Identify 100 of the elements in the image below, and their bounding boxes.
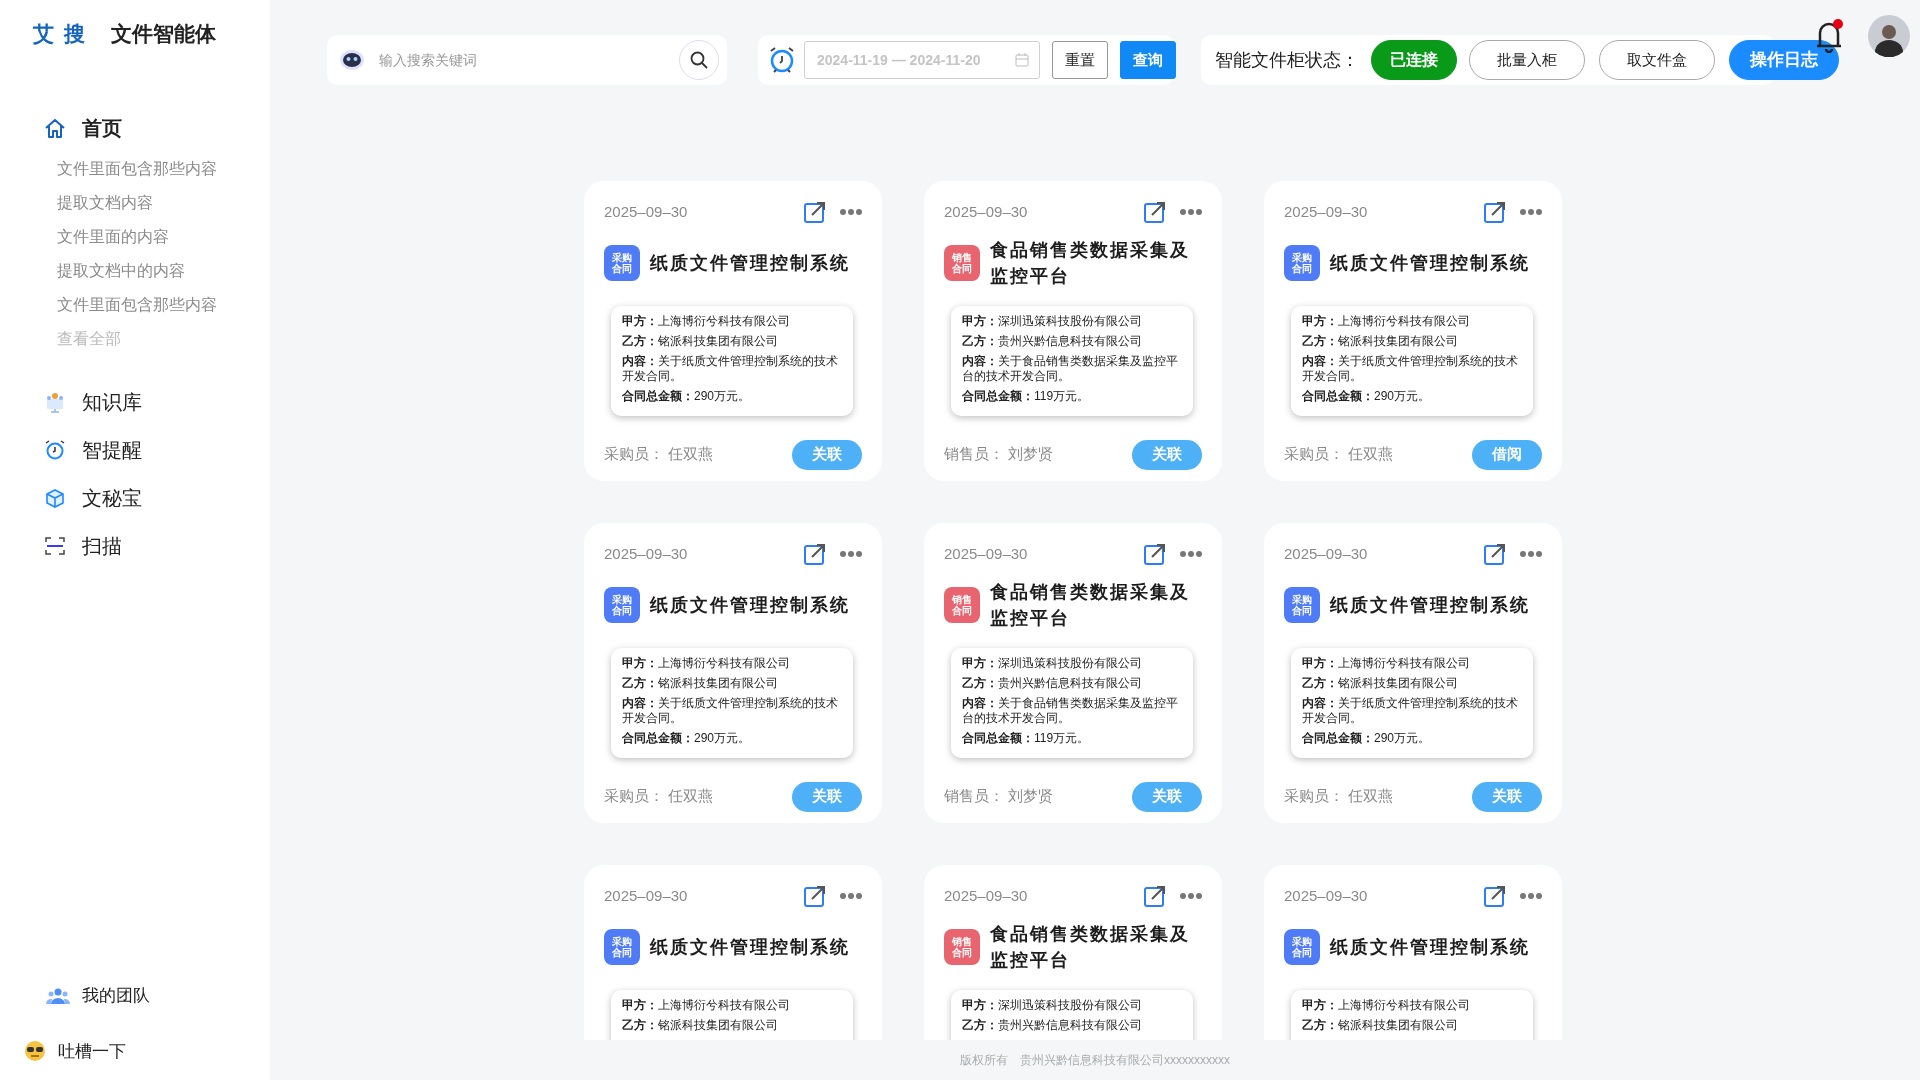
nav-item[interactable]: 文秘宝 (44, 473, 270, 522)
date-range-picker[interactable]: 2024-11-19 — 2024-11-20 (804, 41, 1040, 79)
more-icon[interactable] (1180, 208, 1202, 217)
cabinet-action-button[interactable]: 取文件盒 (1599, 40, 1715, 80)
link-button[interactable]: 关联 (792, 781, 862, 812)
contract-detail: 甲方：深圳迅策科技股份有限公司 (962, 313, 1143, 329)
card-date: 2025–09–30 (944, 544, 1028, 564)
nav-item[interactable]: 知识库 (44, 377, 270, 426)
edit-icon[interactable] (1144, 201, 1166, 224)
contract-detail: 内容：关于纸质文件管理控制系统的技术开发合同。 (622, 695, 839, 726)
contract-detail: 乙方：贵州兴黔信息科技有限公司 (962, 1017, 1143, 1033)
more-icon[interactable] (840, 208, 862, 217)
staff-name: 采购员： 任双燕 (604, 786, 714, 807)
contract-detail: 内容：关于食品销售类数据采集及监控平台的技术开发合同。 (962, 353, 1179, 384)
contract-detail: 乙方：铭派科技集团有限公司 (622, 1017, 779, 1033)
more-icon[interactable] (1180, 892, 1202, 901)
staff-name: 采购员： 任双燕 (1284, 786, 1394, 807)
contract-tag: 采购合同 (604, 244, 640, 281)
contract-tag: 采购合同 (1284, 244, 1320, 281)
contract-detail: 内容：关于纸质文件管理控制系统的技术开发合同。 (1302, 695, 1519, 726)
scan-icon (44, 534, 66, 557)
contract-detail: 合同总金额：290万元。 (1302, 730, 1432, 746)
cabinet-action-button[interactable]: 操作日志 (1729, 40, 1839, 80)
people-network-icon (44, 390, 66, 413)
feedback-link[interactable]: 吐槽一下 (0, 1038, 270, 1064)
link-button[interactable]: 关联 (1472, 781, 1542, 812)
home-icon (44, 116, 66, 139)
contract-detail: 乙方：铭派科技集团有限公司 (1302, 675, 1459, 691)
nav-item[interactable]: 智提醒 (44, 425, 270, 474)
team-link[interactable]: 我的团队 (0, 983, 270, 1009)
edit-icon[interactable] (1484, 543, 1506, 566)
cabinet-status-label: 智能文件柜状态： (1215, 48, 1359, 72)
card-title: 纸质文件管理控制系统 (1330, 251, 1531, 275)
card-date: 2025–09–30 (1284, 202, 1368, 222)
history-item[interactable]: 文件里面包含那些内容 (57, 151, 217, 186)
link-button[interactable]: 关联 (792, 439, 862, 470)
box-icon (44, 486, 66, 509)
link-button[interactable]: 关联 (1132, 781, 1202, 812)
more-icon[interactable] (840, 892, 862, 901)
staff-name: 采购员： 任双燕 (1284, 444, 1394, 465)
more-icon[interactable] (1520, 892, 1542, 901)
contract-detail: 乙方：铭派科技集团有限公司 (1302, 333, 1459, 349)
more-icon[interactable] (840, 550, 862, 559)
contract-detail: 乙方：铭派科技集团有限公司 (622, 675, 779, 691)
staff-name: 销售员： 刘梦贤 (944, 444, 1054, 465)
alarm-clock-icon (44, 438, 66, 461)
edit-icon[interactable] (1144, 543, 1166, 566)
history-item[interactable]: 提取文档中的内容 (57, 253, 185, 288)
edit-icon[interactable] (804, 543, 826, 566)
contract-detail: 甲方：上海博衍兮科技有限公司 (622, 655, 791, 671)
card-title: 食品销售类数据采集及监控平台 (990, 922, 1191, 972)
history-item[interactable]: 文件里面的内容 (57, 219, 169, 254)
contract-detail: 内容：关于食品销售类数据采集及监控平台的技术开发合同。 (962, 695, 1179, 726)
search-bar[interactable]: 输入搜索关键词 (327, 35, 727, 85)
more-icon[interactable] (1520, 550, 1542, 559)
avatar[interactable] (1868, 15, 1910, 57)
contract-detail: 甲方：深圳迅策科技股份有限公司 (962, 997, 1143, 1013)
contract-detail: 乙方：贵州兴黔信息科技有限公司 (962, 675, 1143, 691)
edit-icon[interactable] (1144, 885, 1166, 908)
contract-detail: 内容：关于纸质文件管理控制系统的技术开发合同。 (622, 353, 839, 384)
more-icon[interactable] (1180, 550, 1202, 559)
search-button[interactable] (679, 40, 719, 80)
card-date: 2025–09–30 (604, 886, 688, 906)
contract-detail: 乙方：贵州兴黔信息科技有限公司 (962, 333, 1143, 349)
edit-icon[interactable] (1484, 885, 1506, 908)
contract-detail: 甲方：深圳迅策科技股份有限公司 (962, 655, 1143, 671)
contract-tag: 采购合同 (604, 928, 640, 965)
app-title: 文件智能体 (110, 21, 216, 47)
card-title: 纸质文件管理控制系统 (650, 593, 851, 617)
card-date: 2025–09–30 (944, 886, 1028, 906)
edit-icon[interactable] (804, 201, 826, 224)
card-date: 2025–09–30 (604, 202, 688, 222)
card-date: 2025–09–30 (1284, 886, 1368, 906)
more-icon[interactable] (1520, 208, 1542, 217)
contract-detail: 合同总金额：119万元。 (962, 730, 1091, 746)
history-item[interactable]: 文件里面包含那些内容 (57, 287, 217, 322)
link-button[interactable]: 关联 (1132, 439, 1202, 470)
view-all-link[interactable]: 查看全部 (57, 321, 121, 356)
card-title: 纸质文件管理控制系统 (1330, 935, 1531, 959)
card-title: 纸质文件管理控制系统 (650, 935, 851, 959)
copyright-label: 版权所有 (960, 1052, 1008, 1070)
card-date: 2025–09–30 (944, 202, 1028, 222)
link-button[interactable]: 借阅 (1472, 439, 1542, 470)
connection-status: 已连接 (1371, 40, 1457, 80)
card-title: 食品销售类数据采集及监控平台 (990, 580, 1191, 630)
reset-button[interactable]: 重置 (1052, 41, 1108, 79)
staff-name: 销售员： 刘梦贤 (944, 786, 1054, 807)
contract-detail: 合同总金额：290万元。 (622, 730, 752, 746)
search-icon (690, 51, 708, 69)
contract-detail: 甲方：上海博衍兮科技有限公司 (622, 997, 791, 1013)
contract-detail: 合同总金额：119万元。 (962, 388, 1091, 404)
query-button[interactable]: 查询 (1120, 41, 1176, 79)
edit-icon[interactable] (1484, 201, 1506, 224)
edit-icon[interactable] (804, 885, 826, 908)
contract-tag: 销售合同 (944, 244, 980, 281)
history-item[interactable]: 提取文档内容 (57, 185, 153, 220)
card-title: 纸质文件管理控制系统 (650, 251, 851, 275)
cabinet-action-button[interactable]: 批量入柜 (1469, 40, 1585, 80)
nav-item[interactable]: 首页 (44, 103, 270, 152)
nav-item[interactable]: 扫描 (44, 521, 270, 570)
